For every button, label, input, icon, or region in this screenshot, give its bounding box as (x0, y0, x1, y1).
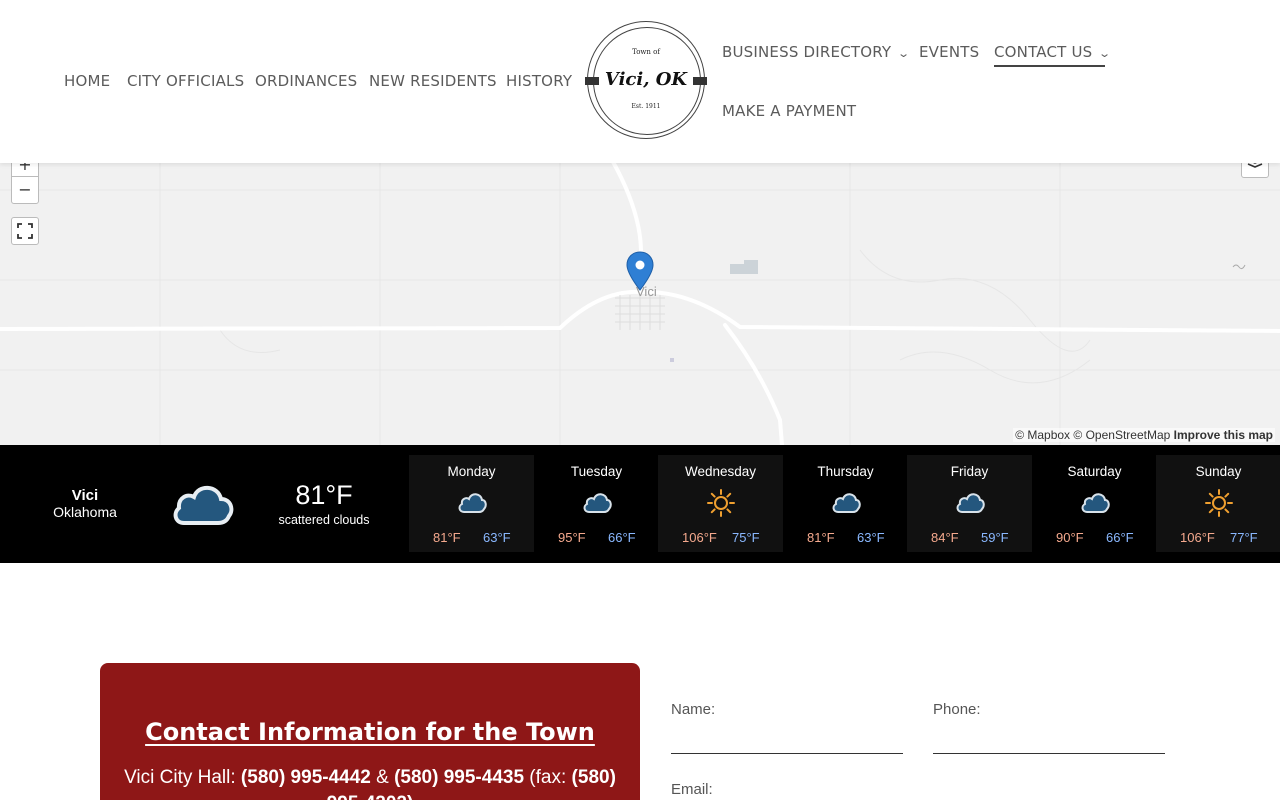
chevron-down-icon: ⌄ (897, 47, 911, 60)
town-map[interactable]: + − Vici © Mapbox © OpenStreetMap Improv… (0, 130, 1280, 445)
logo-main-text: Vici, OK (604, 69, 688, 90)
mapbox-attribution-link[interactable]: © Mapbox (1015, 428, 1070, 442)
cloud-icon (582, 488, 612, 518)
improve-map-link[interactable]: Improve this map (1174, 428, 1273, 442)
nav-events[interactable]: EVENTS (919, 43, 979, 61)
forecast-low: 77°F (1230, 530, 1258, 545)
weather-location: Vici Oklahoma (30, 487, 140, 520)
forecast-high: 84°F (931, 530, 959, 545)
contact-phones: Vici City Hall: (580) 995-4442 & (580) 9… (120, 765, 620, 800)
forecast-day: Monday 81°F 63°F (409, 455, 534, 552)
forecast-day-name: Monday (447, 464, 496, 479)
fullscreen-button[interactable] (11, 217, 39, 245)
osm-attribution-link[interactable]: © OpenStreetMap (1073, 428, 1170, 442)
weather-widget: Vici Oklahoma 81°F scattered clouds Mond… (0, 445, 1280, 563)
sun-icon (1204, 488, 1234, 518)
cloud-icon (457, 488, 487, 518)
nav-new-residents[interactable]: NEW RESIDENTS (369, 72, 497, 90)
forecast-day-name: Sunday (1195, 464, 1242, 479)
nav-ordinances[interactable]: ORDINANCES (255, 72, 357, 90)
forecast-day: Thursday 81°F 63°F (783, 455, 908, 552)
cloud-icon (173, 485, 234, 525)
forecast-high: 81°F (433, 530, 461, 545)
nav-business-directory[interactable]: BUSINESS DIRECTORY ⌄ (722, 43, 911, 61)
forecast-low: 63°F (857, 530, 885, 545)
nav-city-officials[interactable]: CITY OFFICIALS (127, 72, 244, 90)
logo-top-text: Town of (632, 48, 660, 56)
nav-business-directory-label: BUSINESS DIRECTORY (722, 43, 892, 61)
map-attribution: © Mapbox © OpenStreetMap Improve this ma… (1013, 428, 1275, 442)
cloud-icon (1080, 488, 1110, 518)
forecast-day: Wednesday 106°F 75°F (658, 455, 783, 552)
map-feature (1232, 264, 1246, 270)
forecast-low: 66°F (1106, 530, 1134, 545)
site-logo[interactable]: Town of Vici, OK Est. 1911 (585, 21, 707, 141)
map-town-label: Vici (636, 284, 657, 299)
contact-title: Contact Information for the Town (145, 718, 595, 746)
cloud-icon (831, 488, 861, 518)
current-temp: 81°F (295, 480, 353, 510)
forecast-day-name: Friday (950, 464, 989, 479)
chevron-down-icon: ⌄ (1098, 47, 1112, 60)
nav-history[interactable]: HISTORY (506, 72, 572, 90)
forecast-low: 63°F (483, 530, 511, 545)
nav-contact-us[interactable]: CONTACT US ⌄ (994, 43, 1111, 67)
fax-label: (fax: (524, 767, 572, 788)
city-hall-label: Vici City Hall: (124, 767, 241, 788)
forecast-day: Friday 84°F 59°F (907, 455, 1032, 552)
forecast-day: Saturday 90°F 66°F (1032, 455, 1157, 552)
forecast-low: 66°F (608, 530, 636, 545)
forecast-day-name: Saturday (1067, 464, 1122, 479)
nav-home[interactable]: HOME (64, 72, 110, 90)
sun-icon (706, 488, 736, 518)
logo-bottom-text: Est. 1911 (631, 103, 661, 110)
site-header: HOME CITY OFFICIALS ORDINANCES NEW RESID… (0, 0, 1280, 163)
name-label: Name: (671, 701, 716, 718)
phone-field[interactable] (933, 724, 1165, 754)
weather-state: Oklahoma (53, 504, 117, 520)
forecast-high: 106°F (682, 530, 717, 545)
forecast-low: 75°F (732, 530, 760, 545)
forecast-day: Tuesday 95°F 66°F (534, 455, 659, 552)
forecast-high: 90°F (1056, 530, 1084, 545)
cloud-icon (955, 488, 985, 518)
forecast-high: 106°F (1180, 530, 1215, 545)
fullscreen-icon (17, 223, 33, 239)
current-weather: 81°F scattered clouds (270, 480, 378, 527)
forecast-low: 59°F (981, 530, 1009, 545)
forecast-high: 81°F (807, 530, 835, 545)
forecast-day-name: Thursday (817, 464, 874, 479)
name-field[interactable] (671, 724, 903, 754)
amp: & (370, 767, 395, 788)
contact-info-card: Contact Information for the Town Vici Ci… (100, 663, 640, 800)
forecast-day-name: Wednesday (684, 464, 757, 479)
phone-label: Phone: (933, 701, 981, 718)
forecast-day-name: Tuesday (570, 464, 623, 479)
current-description: scattered clouds (278, 513, 370, 527)
weather-city: Vici (71, 487, 99, 504)
forecast-high: 95°F (558, 530, 586, 545)
phone-1-link[interactable]: (580) 995-4442 (241, 767, 371, 788)
email-label: Email: (671, 781, 713, 798)
forecast-day: Sunday 106°F 77°F (1156, 455, 1280, 552)
phone-2-link[interactable]: (580) 995-4435 (394, 767, 524, 788)
nav-contact-us-label: CONTACT US (994, 43, 1093, 61)
nav-make-a-payment[interactable]: MAKE A PAYMENT (722, 102, 856, 120)
zoom-out-button[interactable]: − (11, 176, 39, 204)
